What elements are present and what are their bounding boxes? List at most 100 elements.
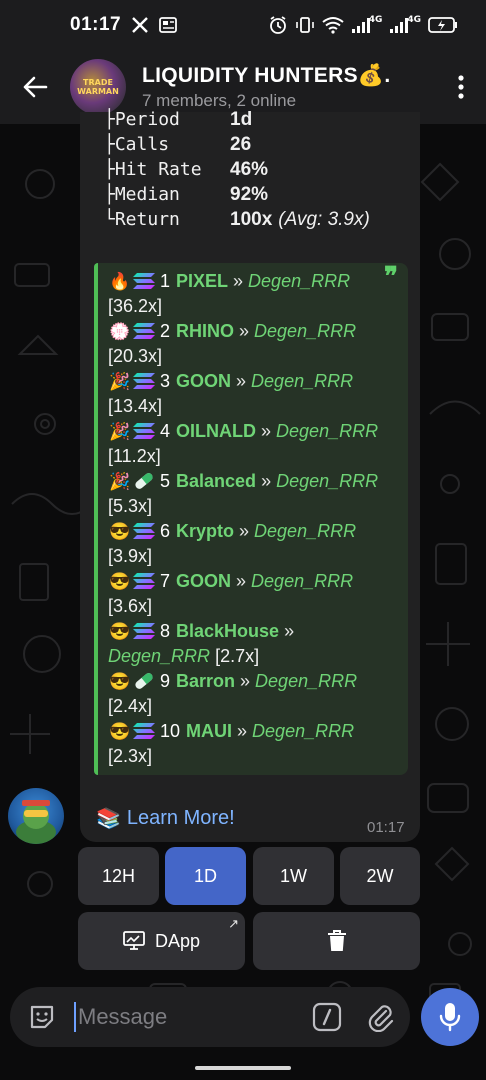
stats-block: ├ Period 1d ├ Calls 26 ├ Hit Rate 46% ├ Median 92% └… <box>104 107 414 232</box>
entry-emoji-icon: 💮 <box>109 322 131 341</box>
entry-separator: » <box>279 621 295 641</box>
caller-link[interactable]: Degen_RRR <box>254 521 356 541</box>
chat-title: LIQUIDITY HUNTERS💰. <box>142 63 391 87</box>
caller-link[interactable]: Degen_RRR <box>276 421 378 441</box>
entry-rank: 7 <box>160 571 171 591</box>
token-link[interactable]: Barron <box>176 671 235 691</box>
external-link-icon: ↗ <box>228 916 239 931</box>
tree-branch: ├ <box>104 109 115 130</box>
stat-value: 92% <box>230 184 269 205</box>
solana-icon <box>133 723 155 739</box>
battery-icon <box>428 17 458 33</box>
entry-rank: 9 <box>160 671 171 691</box>
back-button[interactable] <box>0 50 70 124</box>
tree-branch: └ <box>104 209 115 230</box>
period-label: 2W <box>366 865 394 886</box>
entry-emoji-icon: 🎉 <box>109 472 131 491</box>
more-options-button[interactable] <box>436 50 486 124</box>
leaderboard-list: 🔥 1 PIXEL » Degen_RRR [36.2x] 💮 2 RHINO » Deg… <box>108 269 396 769</box>
message-input[interactable]: Message <box>74 1002 312 1032</box>
x-app-icon <box>131 16 149 34</box>
wifi-icon <box>322 16 344 34</box>
token-link[interactable]: OILNALD <box>176 421 256 441</box>
stat-row: ├ Period 1d <box>104 107 414 132</box>
entry-multiplier: [2.3x] <box>108 746 153 766</box>
entry-separator: » <box>231 571 252 591</box>
caller-link[interactable]: Degen_RRR <box>252 721 354 741</box>
slash-command-icon <box>312 1002 342 1032</box>
caller-link[interactable]: Degen_RRR <box>255 671 357 691</box>
trash-icon <box>327 930 346 951</box>
entry-multiplier: [11.2x] <box>108 446 161 466</box>
token-link[interactable]: Krypto <box>176 521 239 541</box>
caller-link[interactable]: Degen_RRR <box>108 646 210 666</box>
paperclip-icon <box>368 1005 394 1032</box>
caller-link[interactable]: Degen_RRR <box>251 371 353 391</box>
token-link[interactable]: GOON <box>176 571 231 591</box>
network-type-1: 4G <box>368 15 383 25</box>
leaderboard-entry: 😎 8 BlackHouse » Degen_RRR [2.7x] <box>108 619 396 669</box>
entry-separator: » <box>256 471 277 491</box>
leaderboard-entry: 🔥 1 PIXEL » Degen_RRR [36.2x] <box>108 269 396 319</box>
arrow-left-icon <box>23 76 48 98</box>
caller-link[interactable]: Degen_RRR <box>276 471 378 491</box>
period-button-2w[interactable]: 2W <box>340 847 420 905</box>
token-link[interactable]: BlackHouse <box>176 621 279 641</box>
period-button-1w[interactable]: 1W <box>253 847 334 905</box>
dapp-label: DApp <box>154 930 201 951</box>
entry-multiplier: [3.6x] <box>108 596 153 616</box>
entry-emoji-icon: 🎉 <box>109 372 131 391</box>
token-link[interactable]: Balanced <box>176 471 256 491</box>
leaderboard-entry: 🎉 4 OILNALD » Degen_RRR [11.2x] <box>108 419 396 469</box>
chat-title-block[interactable]: LIQUIDITY HUNTERS💰. 7 members, 2 online <box>142 64 436 111</box>
attach-button[interactable] <box>366 1002 396 1032</box>
delete-button[interactable] <box>253 912 420 970</box>
stat-key: Median <box>114 184 180 205</box>
entry-emoji-icon: 🔥 <box>109 272 131 291</box>
quote-icon: ❞ <box>384 262 398 292</box>
entry-separator: » <box>231 371 252 391</box>
more-vertical-icon <box>458 75 464 99</box>
sender-avatar[interactable] <box>8 788 64 844</box>
entry-multiplier: [13.4x] <box>108 396 163 416</box>
group-avatar-text: TRADE WARMAN <box>77 78 119 96</box>
stat-key: Return <box>114 209 180 230</box>
token-link[interactable]: GOON <box>176 371 231 391</box>
stat-label: └ Return <box>104 207 230 232</box>
entry-separator: » <box>228 271 249 291</box>
token-link[interactable]: MAUI <box>186 721 232 741</box>
emoji-sticker-button[interactable] <box>28 1003 56 1031</box>
entry-emoji-icon: 😎 <box>109 522 131 541</box>
stat-key: Calls <box>114 134 170 155</box>
caller-link[interactable]: Degen_RRR <box>248 271 350 291</box>
token-link[interactable]: PIXEL <box>176 271 228 291</box>
caller-link[interactable]: Degen_RRR <box>251 571 353 591</box>
entry-separator: » <box>232 721 253 741</box>
entry-multiplier: [36.2x] <box>108 296 163 316</box>
text-caret <box>74 1002 76 1032</box>
pill-icon <box>135 673 153 689</box>
stat-key: Period <box>114 109 180 130</box>
pill-icon <box>135 473 153 489</box>
commands-button[interactable] <box>312 1002 342 1032</box>
stat-label: ├ Median <box>104 182 230 207</box>
token-link[interactable]: RHINO <box>176 321 234 341</box>
home-indicator <box>195 1066 291 1070</box>
signal-icon-1: 4G <box>351 15 383 34</box>
caller-link[interactable]: Degen_RRR <box>254 321 356 341</box>
stat-average: (Avg: 3.9x) <box>278 209 370 230</box>
period-button-12h[interactable]: 12H <box>78 847 159 905</box>
entry-rank: 1 <box>160 271 171 291</box>
period-button-1d[interactable]: 1D <box>165 847 246 905</box>
solana-icon <box>133 373 155 389</box>
voice-record-button[interactable] <box>421 988 479 1046</box>
vibrate-icon <box>295 15 315 35</box>
microphone-icon <box>439 1003 461 1032</box>
stat-label: ├ Calls <box>104 132 230 157</box>
stat-value: 46% <box>230 159 269 180</box>
stat-key: Hit Rate <box>114 159 202 180</box>
learn-more-link[interactable]: 📚 Learn More! <box>96 806 235 831</box>
period-label: 1D <box>193 865 217 886</box>
dapp-button[interactable]: DApp ↗ <box>78 912 245 970</box>
stat-value: 26 <box>230 134 252 155</box>
